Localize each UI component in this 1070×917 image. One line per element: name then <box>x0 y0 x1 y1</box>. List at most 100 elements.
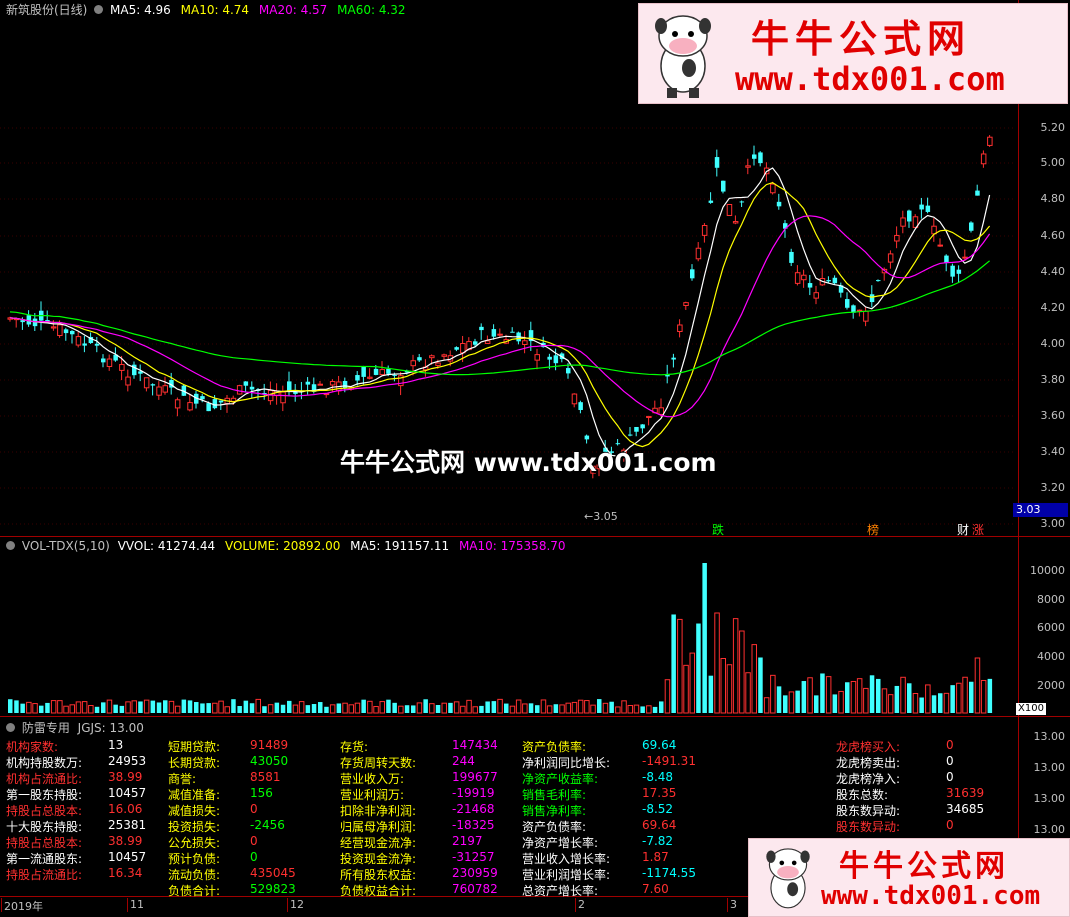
candle-body[interactable] <box>640 424 645 429</box>
candle-body[interactable] <box>50 326 57 329</box>
volume-bar[interactable] <box>411 705 416 713</box>
volume-bar[interactable] <box>280 704 286 713</box>
candle-body[interactable] <box>162 385 168 393</box>
candle-body[interactable] <box>510 331 515 333</box>
volume-bar[interactable] <box>14 700 19 713</box>
candle-body[interactable] <box>249 386 255 390</box>
candle-body[interactable] <box>75 336 82 346</box>
volume-bar[interactable] <box>783 695 788 713</box>
volume-bar[interactable] <box>609 701 614 713</box>
volume-bar[interactable] <box>801 681 807 713</box>
volume-bar[interactable] <box>101 702 106 713</box>
candle-body[interactable] <box>776 201 782 207</box>
volume-bar[interactable] <box>466 699 472 714</box>
volume-bar[interactable] <box>788 691 795 714</box>
volume-bar[interactable] <box>931 695 937 713</box>
volume-bar[interactable] <box>318 702 323 713</box>
candle-body[interactable] <box>410 360 416 367</box>
candle-body[interactable] <box>206 403 211 412</box>
candle-body[interactable] <box>150 384 156 386</box>
volume-bar[interactable] <box>392 702 397 713</box>
volume-bar[interactable] <box>696 623 701 713</box>
candle-body[interactable] <box>832 277 838 284</box>
volume-bar[interactable] <box>361 699 366 713</box>
volume-bar[interactable] <box>373 706 379 714</box>
candle-body[interactable] <box>634 426 639 432</box>
volume-bar[interactable] <box>597 699 602 713</box>
candle-body[interactable] <box>119 364 125 371</box>
candle-body[interactable] <box>484 340 491 344</box>
circle-toggle-icon[interactable] <box>6 723 15 732</box>
volume-bar[interactable] <box>938 693 943 713</box>
volume-bar[interactable] <box>231 699 236 713</box>
candle-body[interactable] <box>547 356 552 360</box>
volume-bar[interactable] <box>386 699 391 713</box>
volume-bar[interactable] <box>174 705 181 714</box>
volume-bar[interactable] <box>732 618 739 714</box>
candle-body[interactable] <box>342 380 348 389</box>
volume-bar[interactable] <box>150 700 156 713</box>
volume-bar[interactable] <box>814 695 819 713</box>
volume-bar[interactable] <box>348 704 354 714</box>
volume-bar[interactable] <box>287 700 292 713</box>
volume-bar[interactable] <box>448 702 453 713</box>
volume-bar[interactable] <box>671 614 676 713</box>
candle-body[interactable] <box>907 210 912 222</box>
candle-body[interactable] <box>106 358 113 367</box>
volume-bar[interactable] <box>435 705 441 713</box>
volume-bar[interactable] <box>429 703 435 714</box>
volume-bar[interactable] <box>535 705 540 713</box>
candle-body[interactable] <box>919 204 924 210</box>
volume-bar[interactable] <box>298 701 305 714</box>
volume-bar[interactable] <box>106 699 113 714</box>
volume-bar[interactable] <box>838 690 844 714</box>
volume-bar[interactable] <box>659 701 664 713</box>
volume-bar[interactable] <box>63 705 69 714</box>
candle-body[interactable] <box>900 217 906 227</box>
volume-chart[interactable] <box>0 537 1018 716</box>
volume-bar[interactable] <box>491 701 497 713</box>
volume-bar[interactable] <box>708 675 714 713</box>
volume-bar[interactable] <box>45 702 50 713</box>
candle-body[interactable] <box>373 368 379 375</box>
candle-body[interactable] <box>794 272 801 284</box>
volume-bar[interactable] <box>504 703 509 713</box>
volume-bar[interactable] <box>969 681 974 713</box>
volume-bar[interactable] <box>627 704 633 714</box>
volume-bar[interactable] <box>869 675 875 713</box>
volume-bar[interactable] <box>163 700 168 713</box>
volume-bar[interactable] <box>460 705 466 714</box>
candle-body[interactable] <box>962 256 968 259</box>
volume-bar[interactable] <box>237 706 242 713</box>
volume-bar[interactable] <box>640 706 645 713</box>
volume-bar[interactable] <box>156 702 162 713</box>
volume-bar[interactable] <box>26 701 32 714</box>
volume-bar[interactable] <box>876 678 881 713</box>
volume-bar[interactable] <box>274 702 280 713</box>
volume-bar[interactable] <box>565 702 571 714</box>
volume-bar[interactable] <box>243 700 249 713</box>
candle-body[interactable] <box>174 399 181 409</box>
volume-bar[interactable] <box>559 704 565 714</box>
candle-body[interactable] <box>708 200 714 203</box>
candle-body[interactable] <box>739 201 745 203</box>
volume-bar[interactable] <box>522 703 528 714</box>
volume-bar[interactable] <box>125 701 131 714</box>
volume-bar[interactable] <box>795 690 800 713</box>
candle-body[interactable] <box>584 435 590 440</box>
volume-bar[interactable] <box>590 704 596 714</box>
volume-bar[interactable] <box>881 688 888 714</box>
volume-bar[interactable] <box>69 704 75 714</box>
candle-body[interactable] <box>355 375 360 381</box>
volume-bar[interactable] <box>267 704 274 714</box>
volume-bar[interactable] <box>602 702 609 714</box>
candle-body[interactable] <box>987 136 993 146</box>
volume-bar[interactable] <box>980 679 987 714</box>
candle-body[interactable] <box>571 393 578 405</box>
volume-bar[interactable] <box>94 706 100 713</box>
volume-bar[interactable] <box>807 677 813 714</box>
volume-bar[interactable] <box>584 700 590 714</box>
candle-body[interactable] <box>94 343 100 346</box>
candle-body[interactable] <box>143 377 150 389</box>
candle-body[interactable] <box>417 357 422 361</box>
